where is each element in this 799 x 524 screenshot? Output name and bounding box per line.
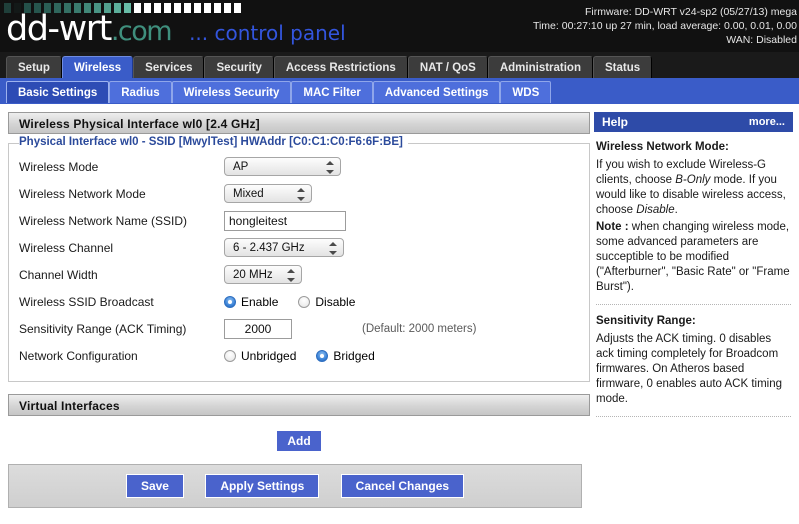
label-ssid: Wireless Network Name (SSID) bbox=[19, 213, 188, 228]
radio-icon bbox=[224, 295, 236, 308]
uptime-load: Time: 00:27:10 up 27 min, load average: … bbox=[532, 20, 797, 32]
tab-status[interactable]: Status bbox=[592, 56, 653, 78]
tab-wireless[interactable]: Wireless bbox=[61, 56, 134, 78]
select-arrows-icon bbox=[326, 160, 334, 175]
tab-setup[interactable]: Setup bbox=[6, 56, 62, 78]
subtab-radius[interactable]: Radius bbox=[109, 81, 172, 103]
label-wireless-mode: Wireless Mode bbox=[19, 159, 99, 174]
sensitivity-range-hint: (Default: 2000 meters) bbox=[362, 322, 477, 335]
select-arrows-icon bbox=[287, 268, 295, 283]
logo-com-text: .com bbox=[110, 16, 173, 47]
tab-nat-qos[interactable]: NAT / QoS bbox=[407, 56, 488, 78]
subtab-wds[interactable]: WDS bbox=[500, 81, 552, 103]
label-channel-width: Channel Width bbox=[19, 267, 98, 282]
tab-administration[interactable]: Administration bbox=[487, 56, 593, 78]
ssid-input[interactable] bbox=[224, 210, 346, 231]
network-config-unbridged-radio[interactable]: Unbridged bbox=[224, 349, 296, 363]
label-network-mode: Wireless Network Mode bbox=[19, 186, 146, 201]
wan-status: WAN: Disabled bbox=[726, 34, 797, 46]
channel-width-value: 20 MHz bbox=[233, 269, 273, 281]
label-ssid-broadcast: Wireless SSID Broadcast bbox=[19, 294, 154, 309]
label-channel: Wireless Channel bbox=[19, 240, 114, 255]
physical-interface-legend: Physical Interface wl0 - SSID [MwylTest]… bbox=[19, 136, 408, 148]
wireless-channel-select[interactable]: 6 - 2.437 GHz bbox=[224, 238, 344, 257]
network-config-unbridged-label: Unbridged bbox=[241, 348, 297, 363]
system-info: Firmware: DD-WRT v24-sp2 (05/27/13) mega… bbox=[533, 5, 797, 47]
apply-settings-button[interactable]: Apply Settings bbox=[205, 474, 320, 498]
page-header: dd-wrt.com ... control panel Firmware: DD… bbox=[0, 0, 799, 52]
help-note-label: Note : bbox=[596, 221, 629, 233]
row-network-configuration: Network Configuration Unbridged Bridged bbox=[9, 342, 589, 369]
cancel-changes-button[interactable]: Cancel Changes bbox=[340, 474, 465, 498]
help-divider bbox=[596, 416, 791, 417]
tab-access-restrictions[interactable]: Access Restrictions bbox=[273, 56, 408, 78]
tab-services[interactable]: Services bbox=[133, 56, 205, 78]
help-s1-text-c: . bbox=[674, 204, 678, 216]
label-network-configuration: Network Configuration bbox=[19, 348, 138, 363]
row-channel-width: Channel Width 20 MHz bbox=[9, 261, 589, 288]
label-sensitivity-range: Sensitivity Range (ACK Timing) bbox=[19, 321, 187, 336]
help-s1-em-disable: Disable bbox=[636, 204, 675, 216]
add-button[interactable]: Add bbox=[276, 430, 322, 452]
main-content: Wireless Physical Interface wl0 [2.4 GHz… bbox=[0, 104, 590, 456]
sub-tab-bar: Basic Settings Radius Wireless Security MAC… bbox=[0, 78, 799, 104]
wireless-channel-value: 6 - 2.437 GHz bbox=[233, 242, 305, 254]
help-section1-title: Wireless Network Mode: bbox=[596, 141, 729, 153]
help-more-link[interactable]: more... bbox=[749, 112, 785, 132]
help-s1-em-bonly: B-Only bbox=[675, 174, 711, 186]
help-panel-body: Wireless Network Mode: If you wish to ex… bbox=[594, 132, 793, 417]
wireless-mode-value: AP bbox=[233, 161, 249, 173]
wireless-mode-select[interactable]: AP bbox=[224, 157, 341, 176]
dd-wrt-logo: dd-wrt.com ... control panel bbox=[6, 10, 346, 52]
help-panel: Help more... Wireless Network Mode: If y… bbox=[594, 104, 799, 426]
subtab-wireless-security[interactable]: Wireless Security bbox=[171, 81, 292, 103]
network-mode-select[interactable]: Mixed bbox=[224, 184, 312, 203]
save-button[interactable]: Save bbox=[125, 474, 184, 498]
subtab-basic-settings[interactable]: Basic Settings bbox=[6, 81, 110, 103]
help-section2-title: Sensitivity Range: bbox=[596, 315, 696, 327]
row-channel: Wireless Channel 6 - 2.437 GHz bbox=[9, 234, 589, 261]
radio-icon bbox=[298, 295, 311, 308]
tab-security[interactable]: Security bbox=[204, 56, 274, 78]
select-arrows-icon bbox=[297, 187, 305, 202]
virtual-interfaces-actions: Add bbox=[8, 416, 590, 456]
row-ssid-broadcast: Wireless SSID Broadcast Enable Disable bbox=[9, 288, 589, 315]
select-arrows-icon bbox=[329, 241, 337, 256]
network-config-bridged-label: Bridged bbox=[333, 348, 375, 363]
firmware-version: Firmware: DD-WRT v24-sp2 (05/27/13) mega bbox=[584, 6, 797, 18]
ssid-broadcast-enable-radio[interactable]: Enable bbox=[224, 295, 278, 309]
logo-main-text: dd-wrt bbox=[6, 9, 112, 49]
section-title-wireless-physical-interface: Wireless Physical Interface wl0 [2.4 GHz… bbox=[8, 112, 590, 134]
help-section1-note: Note : when changing wireless mode, some… bbox=[596, 220, 791, 295]
sensitivity-range-input[interactable] bbox=[224, 318, 292, 339]
help-section2-text: Adjusts the ACK timing. 0 disables ack t… bbox=[596, 333, 783, 405]
ssid-broadcast-disable-radio[interactable]: Disable bbox=[298, 295, 355, 309]
subtab-mac-filter[interactable]: MAC Filter bbox=[291, 81, 373, 103]
help-divider bbox=[596, 304, 791, 305]
logo-tagline: ... control panel bbox=[189, 21, 346, 45]
section-title-virtual-interfaces: Virtual Interfaces bbox=[8, 394, 590, 416]
row-network-mode: Wireless Network Mode Mixed bbox=[9, 180, 589, 207]
row-wireless-mode: Wireless Mode AP bbox=[9, 153, 589, 180]
help-panel-header: Help more... bbox=[594, 112, 793, 132]
channel-width-select[interactable]: 20 MHz bbox=[224, 265, 302, 284]
radio-icon bbox=[316, 349, 329, 362]
ssid-broadcast-disable-label: Disable bbox=[315, 294, 356, 309]
ssid-broadcast-enable-label: Enable bbox=[241, 294, 279, 309]
help-title: Help bbox=[602, 115, 629, 129]
physical-interface-fieldset: Physical Interface wl0 - SSID [MwylTest]… bbox=[8, 136, 590, 382]
network-config-bridged-radio[interactable]: Bridged bbox=[316, 348, 375, 363]
main-tab-bar: Setup Wireless Services Security Access Rest… bbox=[0, 52, 799, 78]
help-section1-paragraph: If you wish to exclude Wireless-G client… bbox=[596, 158, 791, 218]
network-mode-value: Mixed bbox=[233, 188, 264, 200]
page-body: Wireless Physical Interface wl0 [2.4 GHz… bbox=[0, 104, 799, 524]
subtab-advanced-settings[interactable]: Advanced Settings bbox=[372, 81, 501, 103]
row-ssid: Wireless Network Name (SSID) bbox=[9, 207, 589, 234]
form-action-bar: Save Apply Settings Cancel Changes bbox=[8, 464, 582, 508]
row-sensitivity-range: Sensitivity Range (ACK Timing) (Default:… bbox=[9, 315, 589, 342]
radio-icon bbox=[224, 349, 236, 362]
